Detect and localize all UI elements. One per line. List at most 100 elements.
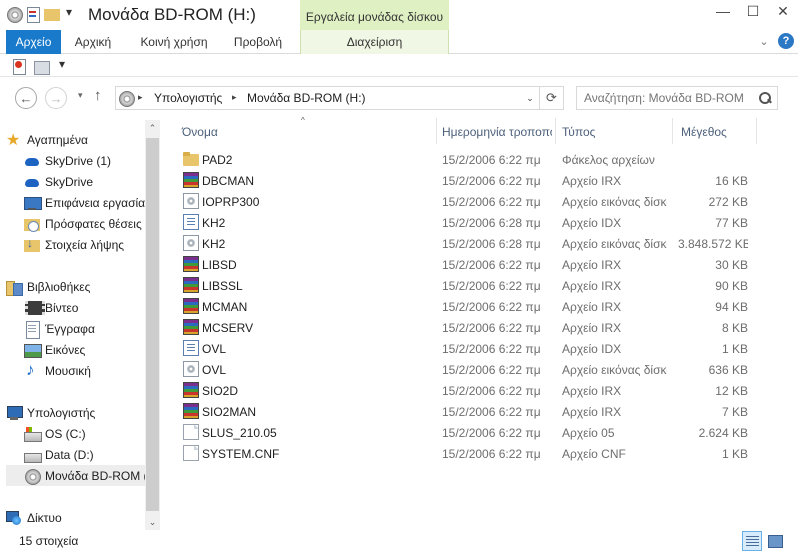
tab-share[interactable]: Κοινή χρήση: [134, 30, 214, 54]
table-row[interactable]: DBCMAN 15/2/2006 6:22 πμ Αρχείο IRX 16 KB: [178, 170, 778, 191]
address-bar[interactable]: ▸ Υπολογιστής ▸ Μονάδα BD-ROM (H:) ⌄ ⟳: [115, 86, 564, 110]
table-row[interactable]: OVL 15/2/2006 6:22 πμ Αρχείο εικόνας δίσκο…: [178, 359, 778, 380]
drive-app-icon[interactable]: [6, 6, 23, 23]
refresh-button[interactable]: ⟳: [539, 86, 564, 110]
sidebar-item-videos[interactable]: Βίντεο: [6, 297, 145, 318]
table-row[interactable]: LIBSD 15/2/2006 6:22 πμ Αρχείο IRX 30 KB: [178, 254, 778, 275]
table-row[interactable]: SIO2D 15/2/2006 6:22 πμ Αρχείο IRX 12 KB: [178, 380, 778, 401]
sidebar-item-documents[interactable]: Έγγραφα: [6, 318, 145, 339]
sidebar-item-downloads[interactable]: Στοιχεία λήψης: [6, 234, 145, 255]
column-divider[interactable]: [672, 118, 673, 144]
table-row[interactable]: LIBSSL 15/2/2006 6:22 πμ Αρχείο IRX 90 KB: [178, 275, 778, 296]
column-header-type[interactable]: Τύπος: [562, 125, 595, 139]
properties-icon[interactable]: [11, 58, 27, 75]
recent-locations-chevron-icon[interactable]: ▾: [78, 90, 83, 101]
tab-file[interactable]: Αρχείο: [6, 30, 61, 54]
table-row[interactable]: PAD2 15/2/2006 6:22 πμ Φάκελος αρχείων: [178, 149, 778, 170]
large-icons-view-icon[interactable]: [765, 531, 785, 551]
sidebar-item-os-c[interactable]: OS (C:): [6, 423, 145, 444]
quick-new-folder-icon[interactable]: [44, 6, 60, 22]
file-type: Φάκελος αρχείων: [562, 153, 655, 167]
file-type: Αρχείο εικόνας δίσκου: [562, 363, 667, 377]
tab-home[interactable]: Αρχική: [68, 30, 118, 54]
file-name: MCSERV: [202, 321, 254, 335]
irx-file-icon: [183, 172, 199, 188]
up-button[interactable]: ↑: [94, 87, 102, 104]
breadcrumb-separator-icon[interactable]: ▸: [232, 92, 237, 103]
file-date: 15/2/2006 6:28 πμ: [442, 237, 541, 251]
table-row[interactable]: IOPRP300 15/2/2006 6:22 πμ Αρχείο εικόνας …: [178, 191, 778, 212]
search-icon[interactable]: [758, 91, 772, 105]
sidebar-item-data-d[interactable]: Data (D:): [6, 444, 145, 465]
table-row[interactable]: KH2 15/2/2006 6:28 πμ Αρχείο εικόνας δίσκο…: [178, 233, 778, 254]
column-divider[interactable]: [555, 118, 556, 144]
table-row[interactable]: SYSTEM.CNF 15/2/2006 6:22 πμ Αρχείο CNF 1 K…: [178, 443, 778, 464]
table-row[interactable]: SLUS_210.05 15/2/2006 6:22 πμ Αρχείο 05 2.6…: [178, 422, 778, 443]
file-size: 3.848.572 KB: [678, 237, 748, 251]
file-name: PAD2: [202, 153, 233, 167]
documents-icon: [24, 320, 40, 339]
breadcrumb-separator-icon[interactable]: ▸: [138, 92, 143, 103]
sidebar-item-bd-rom[interactable]: Μονάδα BD-ROM (H:): [6, 465, 145, 486]
sidebar-item-recent-places[interactable]: Πρόσφατες θέσεις: [6, 213, 145, 234]
bd-rom-icon: [24, 468, 41, 485]
file-type: Αρχείο IRX: [562, 279, 622, 293]
tab-manage[interactable]: Διαχείριση: [300, 30, 449, 54]
back-button[interactable]: ←: [15, 87, 37, 109]
file-date: 15/2/2006 6:22 πμ: [442, 153, 541, 167]
column-header-size[interactable]: Μέγεθος: [681, 125, 727, 139]
sidebar-item-label: Αγαπημένα: [27, 132, 88, 147]
tab-view[interactable]: Προβολή: [228, 30, 288, 54]
file-size: 90 KB: [715, 279, 748, 293]
new-folder-icon[interactable]: [33, 58, 50, 75]
sidebar-item-desktop[interactable]: Επιφάνεια εργασίας: [6, 192, 145, 213]
expand-ribbon-chevron-icon[interactable]: ⌄: [756, 33, 772, 49]
file-type: Αρχείο 05: [562, 426, 615, 440]
scroll-down-arrow-icon[interactable]: ⌄: [145, 514, 160, 530]
table-row[interactable]: KH2 15/2/2006 6:28 πμ Αρχείο IDX 77 KB: [178, 212, 778, 233]
search-box[interactable]: [576, 86, 778, 110]
item-count: 15 στοιχεία: [19, 534, 79, 548]
search-input[interactable]: [577, 87, 747, 109]
scrollbar-thumb[interactable]: [146, 138, 159, 511]
irx-file-icon: [183, 256, 199, 272]
details-view-icon[interactable]: [742, 531, 762, 551]
sidebar-group-computer[interactable]: Υπολογιστής: [6, 402, 145, 423]
help-icon[interactable]: ?: [778, 33, 794, 49]
file-size: 16 KB: [715, 174, 748, 188]
table-row[interactable]: OVL 15/2/2006 6:22 πμ Αρχείο IDX 1 KB: [178, 338, 778, 359]
sidebar-group-network[interactable]: Δίκτυο: [6, 507, 145, 528]
breadcrumb-bd-rom[interactable]: Μονάδα BD-ROM (H:): [247, 91, 366, 105]
file-size: 12 KB: [715, 384, 748, 398]
sidebar-group-favorites[interactable]: Αγαπημένα: [6, 129, 145, 150]
customize-toolbar-dropdown-icon[interactable]: [56, 57, 72, 74]
column-header-name[interactable]: Όνομα: [182, 125, 218, 139]
file-size: 1 KB: [721, 447, 748, 461]
file-date: 15/2/2006 6:28 πμ: [442, 216, 541, 230]
quick-access-dropdown-icon[interactable]: [63, 5, 79, 22]
sidebar-group-libraries[interactable]: Βιβλιοθήκες: [6, 276, 145, 297]
maximize-button[interactable]: ☐: [738, 0, 768, 22]
breadcrumb-computer[interactable]: Υπολογιστής: [154, 91, 222, 105]
table-row[interactable]: MCSERV 15/2/2006 6:22 πμ Αρχείο IRX 8 KB: [178, 317, 778, 338]
file-date: 15/2/2006 6:22 πμ: [442, 426, 541, 440]
table-row[interactable]: MCMAN 15/2/2006 6:22 πμ Αρχείο IRX 94 KB: [178, 296, 778, 317]
file-date: 15/2/2006 6:22 πμ: [442, 195, 541, 209]
minimize-button[interactable]: —: [708, 0, 738, 22]
navigation-pane-scrollbar[interactable]: ⌃ ⌄: [145, 120, 160, 530]
table-row[interactable]: SIO2MAN 15/2/2006 6:22 πμ Αρχείο IRX 7 KB: [178, 401, 778, 422]
forward-button[interactable]: →: [45, 87, 67, 109]
column-divider[interactable]: [436, 118, 437, 144]
quick-properties-icon[interactable]: [25, 6, 41, 23]
sidebar-item-label: Μονάδα BD-ROM (H:): [45, 468, 145, 483]
address-history-dropdown-icon[interactable]: ⌄: [521, 87, 539, 109]
column-header-date[interactable]: Ημερομηνία τροποποίησης: [442, 125, 552, 139]
close-button[interactable]: ✕: [768, 0, 798, 22]
column-divider[interactable]: [756, 118, 757, 144]
sidebar-item-skydrive[interactable]: SkyDrive: [6, 171, 145, 192]
ribbon-tabs: Αρχείο Αρχική Κοινή χρήση Προβολή Διαχεί…: [0, 30, 798, 54]
sidebar-item-music[interactable]: Μουσική: [6, 360, 145, 381]
sidebar-item-pictures[interactable]: Εικόνες: [6, 339, 145, 360]
scroll-up-arrow-icon[interactable]: ⌃: [145, 120, 160, 136]
sidebar-item-skydrive-1[interactable]: SkyDrive (1): [6, 150, 145, 171]
